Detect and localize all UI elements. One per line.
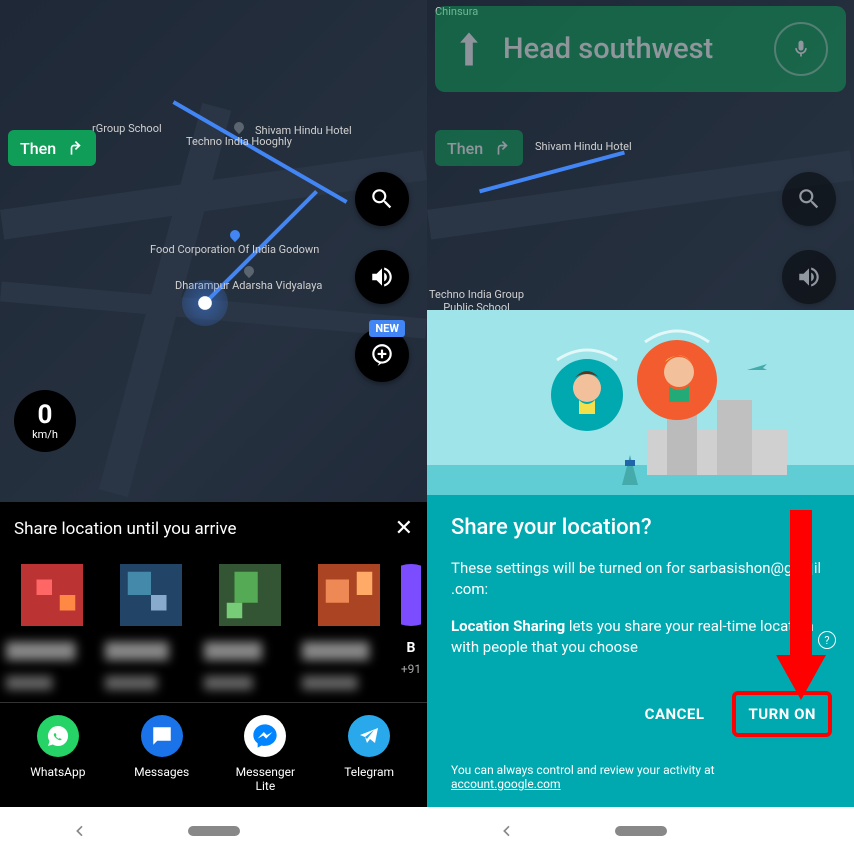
app-messages[interactable]: Messages <box>110 715 214 793</box>
speedometer[interactable]: 0 km/h <box>14 390 76 452</box>
dialog-hero-illustration <box>427 310 854 495</box>
app-telegram[interactable]: Telegram <box>317 715 421 793</box>
back-button[interactable] <box>72 823 88 839</box>
next-step-chip[interactable]: Then <box>435 130 523 166</box>
system-navigation-bar <box>0 807 854 854</box>
dialog-text-account: These settings will be turned on for sar… <box>451 558 830 600</box>
search-icon <box>369 186 395 212</box>
contact-item[interactable] <box>6 564 99 690</box>
app-messenger-lite[interactable]: Messenger Lite <box>214 715 318 793</box>
whatsapp-icon <box>46 724 70 748</box>
add-bubble-icon <box>369 342 395 368</box>
direction-text: Head southwest <box>503 32 756 66</box>
contact-item[interactable]: B +91 <box>401 564 421 690</box>
straight-arrow-icon <box>453 30 485 68</box>
contacts-row: B +91 <box>0 552 427 702</box>
search-button[interactable] <box>355 172 409 226</box>
voice-search-button[interactable] <box>774 22 828 76</box>
home-pill[interactable] <box>615 826 667 836</box>
contact-item[interactable] <box>302 564 395 690</box>
telegram-icon <box>357 724 381 748</box>
search-button[interactable] <box>782 172 836 226</box>
volume-icon <box>796 264 822 290</box>
speed-unit: km/h <box>32 428 58 441</box>
share-location-sheet: Share location until you arrive ✕ <box>0 502 427 807</box>
turn-right-icon <box>491 138 511 158</box>
current-location-dot <box>182 280 228 326</box>
contact-item[interactable] <box>105 564 198 690</box>
messages-icon <box>150 724 174 748</box>
mic-icon <box>791 37 811 61</box>
dialog-footer: You can always control and review your a… <box>427 755 854 807</box>
navigation-direction-card[interactable]: Head southwest <box>435 6 846 92</box>
close-button[interactable]: ✕ <box>395 516 413 541</box>
dialog-title: Share your location? <box>451 515 830 540</box>
phone-screen-right: Chinsura Shivam Hindu Hotel Techno India… <box>427 0 854 807</box>
home-pill[interactable] <box>188 826 240 836</box>
next-step-chip[interactable]: Then <box>8 130 96 166</box>
account-link[interactable]: account.google.com <box>451 777 561 791</box>
dialog-text-description: Location Sharing lets you share your rea… <box>451 616 830 658</box>
new-badge: NEW <box>369 320 405 337</box>
app-whatsapp[interactable]: WhatsApp <box>6 715 110 793</box>
back-button[interactable] <box>499 823 515 839</box>
search-icon <box>796 186 822 212</box>
phone-screen-left: rGroup School Techno India Hooghly Shiva… <box>0 0 427 807</box>
audio-button[interactable] <box>355 250 409 304</box>
turn-right-icon <box>64 138 84 158</box>
contact-item[interactable] <box>204 564 297 690</box>
volume-icon <box>369 264 395 290</box>
share-sheet-title: Share location until you arrive <box>14 519 395 539</box>
cancel-button[interactable]: CANCEL <box>633 691 717 737</box>
annotation-arrow <box>776 510 826 700</box>
messenger-icon <box>251 722 279 750</box>
audio-button[interactable] <box>782 250 836 304</box>
apps-row: WhatsApp Messages Messenger Lite Telegra… <box>0 702 427 807</box>
speed-value: 0 <box>38 402 53 428</box>
